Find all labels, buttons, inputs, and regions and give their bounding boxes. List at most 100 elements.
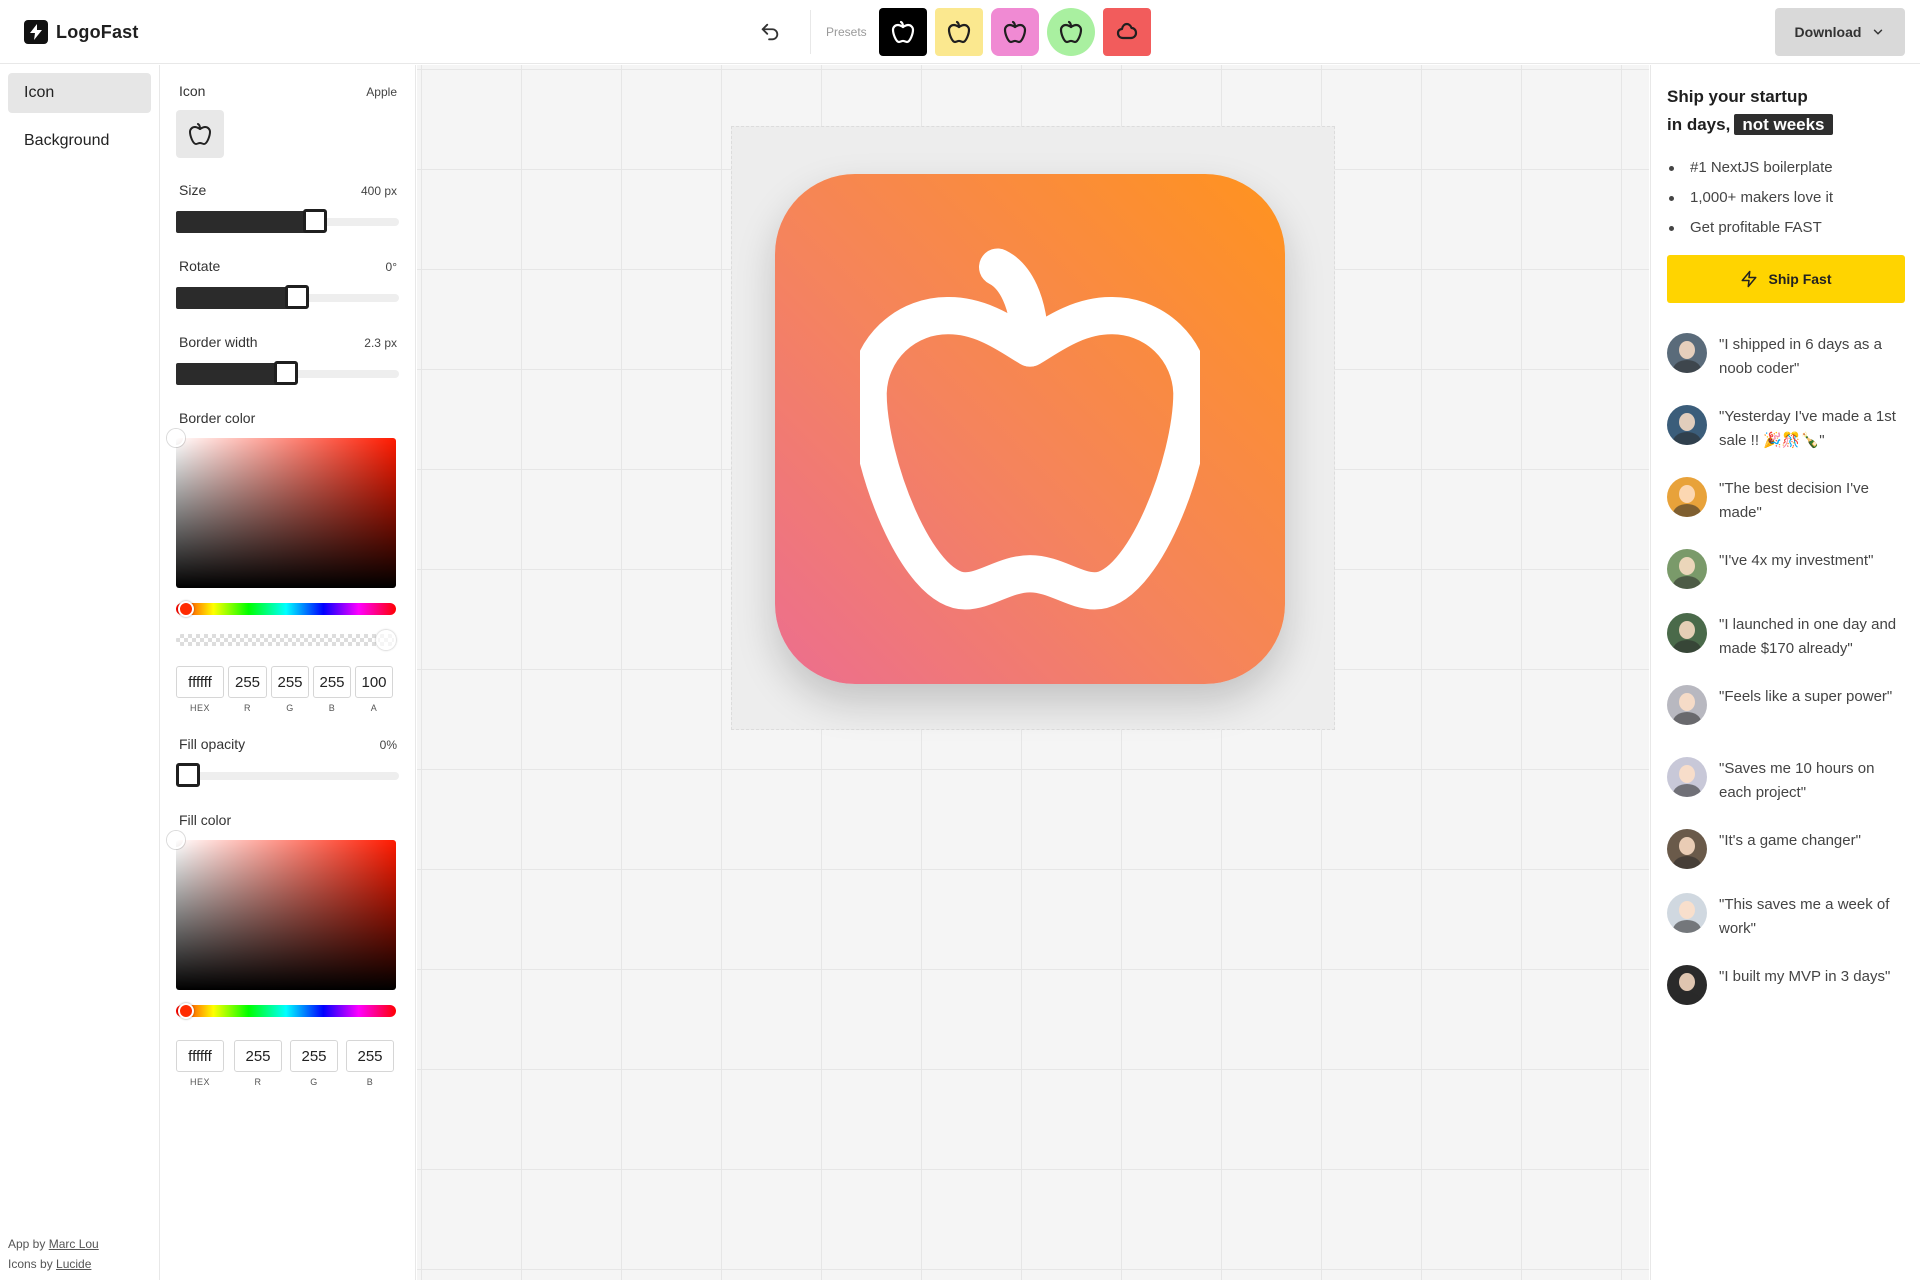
rotate-value: 0° xyxy=(385,260,397,274)
testimonial-quote: "The best decision I've made" xyxy=(1719,480,1869,521)
apple-icon xyxy=(891,20,915,44)
list-item: Get profitable FAST xyxy=(1667,213,1833,243)
fill-color-saturation-picker[interactable] xyxy=(167,831,396,990)
testimonial: "Yesterday I've made a 1st sale !! 🎉🎊🍾" xyxy=(1667,405,1907,453)
preset-pink[interactable] xyxy=(991,8,1039,56)
promo-title: Ship your startup in days, not weeks xyxy=(1667,83,1833,139)
avatar xyxy=(1667,893,1707,933)
border-g-input[interactable]: 255 xyxy=(271,666,309,698)
fill-r-input[interactable]: 255 xyxy=(234,1040,282,1072)
app-logo[interactable]: LogoFast xyxy=(24,20,139,44)
preset-yellow[interactable] xyxy=(935,8,983,56)
undo-icon xyxy=(761,23,779,41)
nav-item-icon[interactable]: Icon xyxy=(8,73,151,113)
undo-button[interactable] xyxy=(756,18,784,46)
preset-black[interactable] xyxy=(879,8,927,56)
size-label: Size xyxy=(179,182,207,198)
testimonial-quote: "I built my MVP in 3 days" xyxy=(1719,968,1891,985)
size-slider[interactable] xyxy=(176,209,399,233)
lightning-icon xyxy=(1741,270,1757,288)
testimonial: "Saves me 10 hours on each project" xyxy=(1667,757,1907,805)
credits-app: App by Marc Lou xyxy=(8,1237,99,1251)
rotate-slider[interactable] xyxy=(176,285,399,309)
border-b-input[interactable]: 255 xyxy=(313,666,351,698)
rotate-slider-fill xyxy=(176,287,298,309)
size-slider-thumb[interactable] xyxy=(303,209,328,233)
border-color-hue-slider[interactable] xyxy=(176,601,396,617)
testimonial: "I launched in one day and made $170 alr… xyxy=(1667,613,1907,661)
preset-red[interactable] xyxy=(1103,8,1151,56)
fill-color-label: Fill color xyxy=(179,812,232,828)
avatar xyxy=(1667,829,1707,869)
hue-slider-thumb[interactable] xyxy=(178,601,194,617)
avatar xyxy=(1667,405,1707,445)
border-color-alpha-slider[interactable] xyxy=(176,630,396,650)
download-button[interactable]: Download xyxy=(1775,8,1905,56)
app-name: LogoFast xyxy=(56,21,139,42)
bullet-text: #1 NextJS boilerplate xyxy=(1690,159,1833,176)
apple-icon xyxy=(1003,20,1027,44)
fill-opacity-slider-thumb[interactable] xyxy=(176,763,200,787)
ship-fast-button[interactable]: Ship Fast xyxy=(1667,255,1905,303)
border-width-slider-thumb[interactable] xyxy=(273,361,298,385)
preset-green[interactable] xyxy=(1047,8,1095,56)
cloud-icon xyxy=(1116,22,1138,40)
promo-title-line2-text: in days, xyxy=(1667,115,1731,134)
fill-color-hue-slider[interactable] xyxy=(176,1003,396,1019)
chevron-down-icon xyxy=(1874,29,1883,35)
nav-item-background[interactable]: Background xyxy=(8,121,151,161)
size-value: 400 px xyxy=(360,184,397,198)
border-hex-input[interactable]: ffffff xyxy=(176,666,224,698)
icon-picker-button[interactable] xyxy=(176,110,224,158)
logo-preview[interactable] xyxy=(775,174,1285,684)
border-a-input[interactable]: 100 xyxy=(355,666,393,698)
apple-icon xyxy=(947,20,971,44)
icon-label: Icon xyxy=(179,83,206,99)
fill-opacity-label: Fill opacity xyxy=(179,736,246,752)
testimonial-quote: "I launched in one day and made $170 alr… xyxy=(1719,616,1897,657)
border-width-slider[interactable] xyxy=(176,361,399,385)
testimonial-quote: "This saves me a week of work" xyxy=(1719,896,1890,937)
border-width-label: Border width xyxy=(179,334,258,350)
saturation-cursor[interactable] xyxy=(167,429,185,447)
hue-slider-thumb[interactable] xyxy=(178,1003,194,1019)
promo-highlight: not weeks xyxy=(1734,114,1833,135)
border-color-label: Border color xyxy=(179,410,256,426)
settings-panel: Icon Apple Size 400 px Rotate 0° Border … xyxy=(161,65,416,1280)
header-divider xyxy=(810,10,811,54)
r-caption: R xyxy=(254,1077,262,1087)
g-caption: G xyxy=(310,1077,318,1087)
icon-value: Apple xyxy=(366,85,397,99)
bullet-dot xyxy=(1669,225,1674,231)
fill-opacity-slider[interactable] xyxy=(176,763,399,787)
presets-label: Presets xyxy=(826,25,867,39)
promo-bullets: #1 NextJS boilerplate 1,000+ makers love… xyxy=(1667,153,1833,243)
saturation-cursor[interactable] xyxy=(167,831,185,849)
fill-b-input[interactable]: 255 xyxy=(346,1040,394,1072)
border-width-slider-fill xyxy=(176,363,286,385)
promo-title-line1: Ship your startup xyxy=(1667,87,1808,106)
testimonial: "The best decision I've made" xyxy=(1667,477,1907,525)
bullet-dot xyxy=(1669,195,1674,201)
border-color-saturation-picker[interactable] xyxy=(167,429,396,588)
promo-panel: Ship your startup in days, not weeks #1 N… xyxy=(1650,65,1920,1280)
hex-caption: HEX xyxy=(189,703,210,713)
testimonial: "I've 4x my investment" xyxy=(1667,549,1907,589)
testimonial-quote: "I shipped in 6 days as a noob coder" xyxy=(1719,336,1882,377)
rotate-label: Rotate xyxy=(179,258,221,274)
testimonial: "I built my MVP in 3 days" xyxy=(1667,965,1907,1005)
apple-icon xyxy=(189,123,211,145)
bullet-text: Get profitable FAST xyxy=(1690,219,1822,236)
author-link[interactable]: Marc Lou xyxy=(49,1237,99,1251)
avatar xyxy=(1667,333,1707,373)
testimonial: "I shipped in 6 days as a noob coder" xyxy=(1667,333,1907,381)
fill-g-input[interactable]: 255 xyxy=(290,1040,338,1072)
fill-hex-input[interactable]: ffffff xyxy=(176,1040,224,1072)
alpha-slider-thumb[interactable] xyxy=(376,630,396,650)
design-canvas[interactable] xyxy=(417,65,1649,1280)
rotate-slider-thumb[interactable] xyxy=(285,285,310,309)
credits-icons: Icons by Lucide xyxy=(8,1257,91,1271)
top-bar: LogoFast Presets Download xyxy=(0,0,1920,64)
border-r-input[interactable]: 255 xyxy=(228,666,267,698)
lucide-link[interactable]: Lucide xyxy=(56,1257,91,1271)
